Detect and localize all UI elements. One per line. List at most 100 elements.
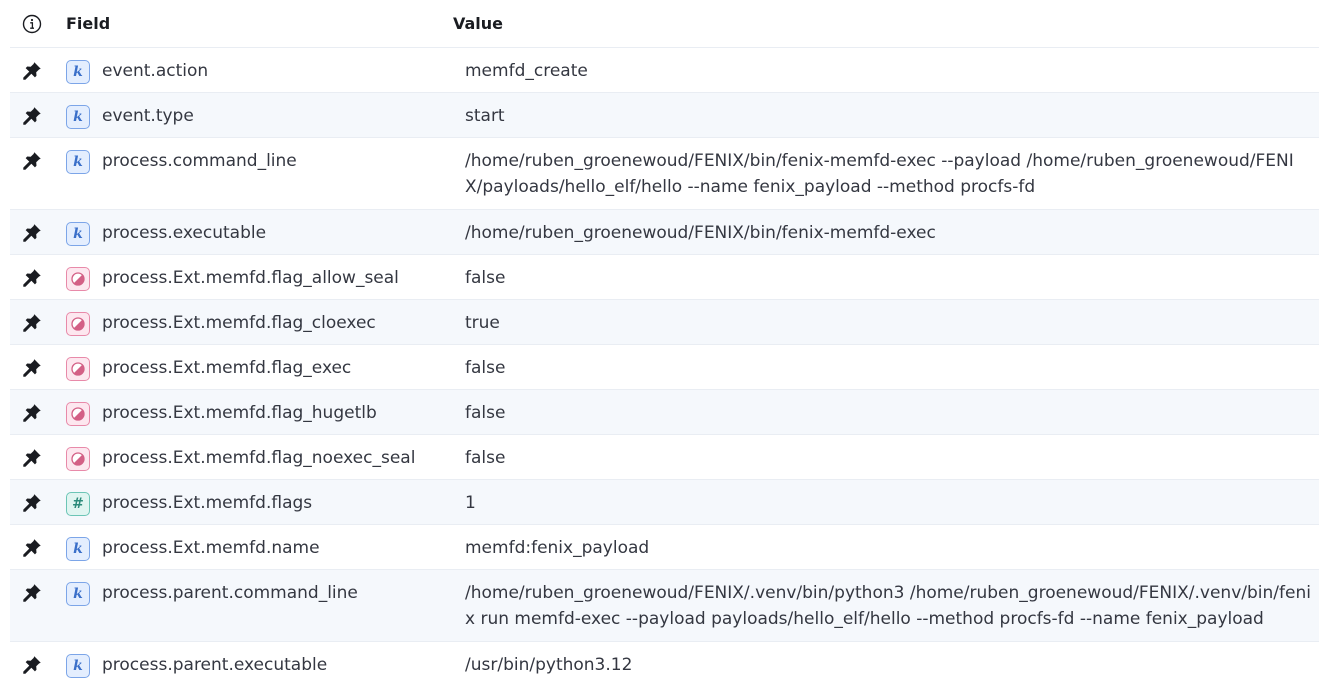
table-row: # process.Ext.memfd.flags 1 bbox=[10, 480, 1319, 525]
field-name: event.action bbox=[102, 61, 209, 81]
pin-cell bbox=[10, 222, 54, 248]
pin-icon[interactable] bbox=[21, 312, 43, 338]
field-type-cell: k bbox=[54, 537, 102, 561]
pin-cell bbox=[10, 582, 54, 608]
table-row: process.Ext.memfd.flag_hugetlb false bbox=[10, 390, 1319, 435]
field-value: false bbox=[465, 358, 506, 378]
header-info-cell bbox=[10, 14, 54, 34]
pin-icon[interactable] bbox=[21, 105, 43, 131]
field-type-cell bbox=[54, 357, 102, 381]
field-type-cell: k bbox=[54, 150, 102, 174]
field-type-cell: k bbox=[54, 582, 102, 606]
field-type-cell: k bbox=[54, 222, 102, 246]
field-name: process.Ext.memfd.flag_hugetlb bbox=[102, 403, 377, 423]
keyword-type-icon: k bbox=[66, 654, 90, 678]
keyword-type-icon: k bbox=[66, 105, 90, 129]
field-type-cell: # bbox=[54, 492, 102, 516]
value-column-header[interactable]: Value bbox=[453, 14, 1319, 33]
boolean-type-icon bbox=[66, 267, 90, 291]
field-value: memfd_create bbox=[465, 61, 588, 81]
pin-icon[interactable] bbox=[21, 447, 43, 473]
field-name: process.executable bbox=[102, 223, 267, 243]
table-row: k event.action memfd_create bbox=[10, 48, 1319, 93]
field-name: process.command_line bbox=[102, 151, 297, 171]
value-header-label: Value bbox=[453, 14, 504, 33]
table-row: k process.command_line/home/ruben_groenew… bbox=[10, 138, 1319, 210]
keyword-type-icon: k bbox=[66, 537, 90, 561]
pin-cell bbox=[10, 105, 54, 131]
pin-cell bbox=[10, 492, 54, 518]
keyword-type-icon: k bbox=[66, 150, 90, 174]
field-header-label: Field bbox=[66, 14, 111, 33]
field-value: false bbox=[465, 268, 506, 288]
table-row: k process.Ext.memfd.name memfd:fenix_paylo… bbox=[10, 525, 1319, 570]
table-row: process.Ext.memfd.flag_cloexec true bbox=[10, 300, 1319, 345]
pin-icon[interactable] bbox=[21, 222, 43, 248]
field-value: /home/ruben_groenewoud/FENIX/bin/fenix-m… bbox=[465, 223, 936, 243]
table-row: k process.parent.command_line/home/ruben_… bbox=[10, 570, 1319, 642]
field-name: process.Ext.memfd.flag_allow_seal bbox=[102, 268, 399, 288]
field-value: 1 bbox=[465, 493, 476, 513]
keyword-type-icon: k bbox=[66, 222, 90, 246]
table-row: process.Ext.memfd.flag_exec false bbox=[10, 345, 1319, 390]
field-name: process.Ext.memfd.flag_exec bbox=[102, 358, 352, 378]
boolean-type-icon bbox=[66, 357, 90, 381]
field-value: start bbox=[465, 106, 505, 126]
field-name: process.parent.command_line bbox=[102, 583, 358, 603]
table-row: k process.parent.executable/usr/bin/pytho… bbox=[10, 642, 1319, 687]
pin-cell bbox=[10, 60, 54, 86]
field-type-cell: k bbox=[54, 105, 102, 129]
table-body: k event.action memfd_create k event.type star… bbox=[10, 48, 1319, 687]
field-name: event.type bbox=[102, 106, 194, 126]
document-fields-table: Field Value k event.action memfd_create k ev… bbox=[10, 0, 1319, 687]
field-type-cell: k bbox=[54, 60, 102, 84]
table-row: k event.type start bbox=[10, 93, 1319, 138]
field-name: process.parent.executable bbox=[102, 655, 328, 675]
pin-icon[interactable] bbox=[21, 357, 43, 383]
info-icon[interactable] bbox=[22, 14, 42, 34]
field-name: process.Ext.memfd.flags bbox=[102, 493, 313, 513]
field-name: process.Ext.memfd.flag_noexec_seal bbox=[102, 448, 416, 468]
field-type-cell bbox=[54, 312, 102, 336]
field-value: /home/ruben_groenewoud/FENIX/bin/fenix-m… bbox=[465, 151, 1294, 197]
field-name: process.Ext.memfd.name bbox=[102, 538, 320, 558]
pin-icon[interactable] bbox=[21, 582, 43, 608]
field-type-cell bbox=[54, 447, 102, 471]
table-row: process.Ext.memfd.flag_noexec_seal false bbox=[10, 435, 1319, 480]
boolean-type-icon bbox=[66, 447, 90, 471]
pin-cell bbox=[10, 402, 54, 428]
pin-cell bbox=[10, 537, 54, 563]
pin-cell bbox=[10, 357, 54, 383]
pin-cell bbox=[10, 654, 54, 680]
field-value: memfd:fenix_payload bbox=[465, 538, 650, 558]
pin-cell bbox=[10, 150, 54, 176]
number-type-icon: # bbox=[66, 492, 90, 516]
field-name: process.Ext.memfd.flag_cloexec bbox=[102, 313, 376, 333]
pin-icon[interactable] bbox=[21, 60, 43, 86]
pin-icon[interactable] bbox=[21, 150, 43, 176]
field-value: false bbox=[465, 403, 506, 423]
table-row: k process.executable/home/ruben_groenewou… bbox=[10, 210, 1319, 255]
pin-cell bbox=[10, 312, 54, 338]
table-header: Field Value bbox=[10, 0, 1319, 48]
pin-icon[interactable] bbox=[21, 537, 43, 563]
pin-icon[interactable] bbox=[21, 267, 43, 293]
field-value: /usr/bin/python3.12 bbox=[465, 655, 633, 675]
field-type-cell bbox=[54, 402, 102, 426]
field-value: /home/ruben_groenewoud/FENIX/.venv/bin/p… bbox=[465, 583, 1311, 629]
pin-icon[interactable] bbox=[21, 402, 43, 428]
field-value: true bbox=[465, 313, 500, 333]
field-type-cell bbox=[54, 267, 102, 291]
field-type-cell: k bbox=[54, 654, 102, 678]
pin-icon[interactable] bbox=[21, 492, 43, 518]
pin-cell bbox=[10, 267, 54, 293]
pin-cell bbox=[10, 447, 54, 473]
keyword-type-icon: k bbox=[66, 60, 90, 84]
field-column-header[interactable]: Field bbox=[54, 14, 453, 33]
table-row: process.Ext.memfd.flag_allow_seal false bbox=[10, 255, 1319, 300]
boolean-type-icon bbox=[66, 402, 90, 426]
pin-icon[interactable] bbox=[21, 654, 43, 680]
field-value: false bbox=[465, 448, 506, 468]
boolean-type-icon bbox=[66, 312, 90, 336]
keyword-type-icon: k bbox=[66, 582, 90, 606]
